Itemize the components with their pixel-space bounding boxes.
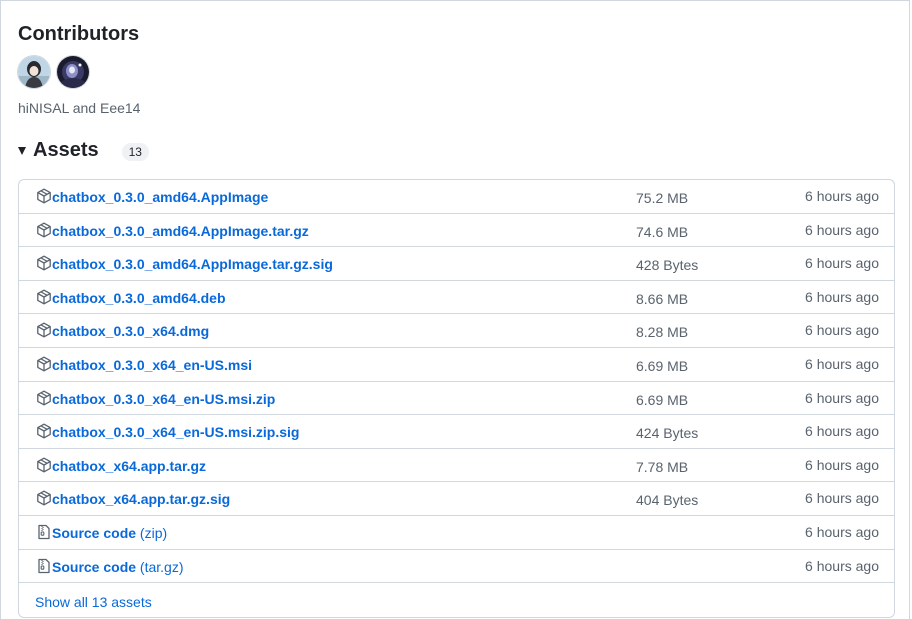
asset-timestamp: 6 hours ago — [805, 389, 879, 406]
asset-name: chatbox_0.3.0_x64_en-US.msi — [52, 356, 252, 373]
asset-timestamp: 6 hours ago — [805, 523, 879, 540]
asset-name: chatbox_0.3.0_amd64.AppImage.tar.gz — [52, 222, 309, 239]
asset-row: Source code (zip) 6 hours ago — [19, 516, 894, 550]
asset-name: chatbox_0.3.0_amd64.deb — [52, 289, 226, 306]
package-icon — [36, 289, 52, 305]
asset-row: Source code (tar.gz) 6 hours ago — [19, 550, 894, 584]
asset-timestamp: 6 hours ago — [805, 322, 879, 339]
asset-row: chatbox_0.3.0_amd64.deb 8.66 MB 6 hours ag… — [19, 281, 894, 315]
asset-timestamp: 6 hours ago — [805, 456, 879, 473]
show-all-assets-link[interactable]: Show all 13 assets — [35, 593, 152, 611]
package-icon — [36, 490, 52, 506]
asset-download-link[interactable]: chatbox_0.3.0_x64.dmg — [52, 322, 209, 340]
avatar-hinisal[interactable] — [18, 56, 50, 88]
asset-name: chatbox_0.3.0_x64_en-US.msi.zip.sig — [52, 424, 300, 441]
asset-size: 8.28 MB — [636, 324, 689, 341]
package-icon — [36, 222, 52, 238]
asset-size: 6.69 MB — [636, 357, 689, 374]
contributor-names: hiNISAL and Eee14 — [18, 100, 141, 116]
asset-timestamp: 6 hours ago — [805, 490, 879, 507]
asset-row: chatbox_0.3.0_x64_en-US.msi.zip.sig 424 B… — [19, 415, 894, 449]
asset-name: chatbox_0.3.0_x64_en-US.msi.zip — [52, 390, 276, 407]
asset-row: chatbox_0.3.0_amd64.AppImage.tar.gz 74.6 … — [19, 214, 894, 248]
asset-row: chatbox_x64.app.tar.gz 7.78 MB 6 hours ago — [19, 449, 894, 483]
asset-timestamp: 6 hours ago — [805, 221, 879, 238]
contributors-heading: Contributors — [18, 23, 140, 45]
asset-name-suffix: (zip) — [139, 524, 168, 541]
asset-timestamp: 6 hours ago — [805, 255, 879, 272]
asset-row: chatbox_0.3.0_amd64.AppImage 75.2 MB 6 hou… — [19, 180, 894, 214]
triangle-down-icon — [18, 147, 26, 155]
asset-size: 7.78 MB — [636, 458, 689, 475]
assets-toggle[interactable]: Assets 13 — [18, 138, 149, 162]
package-icon — [36, 356, 52, 372]
asset-download-link[interactable]: chatbox_0.3.0_amd64.AppImage — [52, 188, 268, 206]
asset-download-link[interactable]: chatbox_0.3.0_amd64.deb — [52, 289, 226, 307]
asset-timestamp: 6 hours ago — [805, 355, 879, 372]
asset-download-link[interactable]: chatbox_0.3.0_x64_en-US.msi — [52, 356, 252, 374]
avatar-eee14[interactable] — [57, 56, 89, 88]
asset-timestamp: 6 hours ago — [805, 557, 879, 574]
contributor-avatars — [18, 56, 89, 88]
asset-row: chatbox_x64.app.tar.gz.sig 404 Bytes 6 hou… — [19, 482, 894, 516]
assets-footer: Show all 13 assets — [19, 583, 894, 617]
release-panel: Contributors hiNISAL and Eee14 Assets 13… — [0, 0, 910, 619]
asset-download-link[interactable]: chatbox_0.3.0_amd64.AppImage.tar.gz — [52, 222, 309, 240]
asset-size: 428 Bytes — [636, 257, 699, 274]
assets-heading: Assets — [33, 139, 99, 161]
assets-list: chatbox_0.3.0_amd64.AppImage 75.2 MB 6 hou… — [18, 179, 895, 619]
asset-row: chatbox_0.3.0_amd64.AppImage.tar.gz.sig 4… — [19, 247, 894, 281]
asset-row: chatbox_0.3.0_x64_en-US.msi 6.69 MB 6 hour… — [19, 348, 894, 382]
avatar-image-icon — [57, 56, 89, 88]
asset-name: chatbox_0.3.0_amd64.AppImage.tar.gz.sig — [52, 256, 333, 273]
asset-name: chatbox_0.3.0_amd64.AppImage — [52, 189, 269, 205]
asset-row: chatbox_0.3.0_x64.dmg 8.28 MB 6 hours ago — [19, 314, 894, 348]
file-zip-icon — [36, 558, 52, 574]
package-icon — [36, 423, 52, 439]
asset-size: 6.69 MB — [636, 391, 689, 408]
asset-download-link[interactable]: Source code (tar.gz) — [52, 558, 184, 576]
assets-count-badge: 13 — [121, 142, 149, 161]
asset-download-link[interactable]: chatbox_0.3.0_x64_en-US.msi.zip.sig — [52, 423, 299, 441]
asset-name: Source code — [52, 524, 137, 541]
asset-name: chatbox_0.3.0_x64.dmg — [52, 323, 210, 340]
asset-name: Source code — [52, 558, 137, 575]
asset-name: chatbox_x64.app.tar.gz.sig — [52, 491, 231, 508]
package-icon — [36, 457, 52, 473]
asset-timestamp: 6 hours ago — [805, 188, 879, 204]
package-icon — [36, 322, 52, 338]
asset-size: 75.2 MB — [636, 190, 689, 206]
asset-timestamp: 6 hours ago — [805, 288, 879, 305]
package-icon — [36, 390, 52, 406]
asset-download-link[interactable]: chatbox_x64.app.tar.gz.sig — [52, 490, 230, 508]
package-icon — [36, 188, 52, 204]
asset-timestamp: 6 hours ago — [805, 423, 879, 440]
asset-size: 404 Bytes — [636, 492, 699, 509]
asset-download-link[interactable]: chatbox_x64.app.tar.gz — [52, 457, 206, 475]
asset-name-suffix: (tar.gz) — [139, 558, 184, 575]
file-zip-icon — [36, 524, 52, 540]
asset-download-link[interactable]: Source code (zip) — [52, 524, 167, 542]
asset-size: 74.6 MB — [636, 223, 689, 240]
asset-size: 8.66 MB — [636, 290, 689, 307]
asset-size: 424 Bytes — [636, 425, 699, 442]
asset-download-link[interactable]: chatbox_0.3.0_x64_en-US.msi.zip — [52, 390, 275, 408]
avatar-image-icon — [18, 56, 50, 88]
asset-row: chatbox_0.3.0_x64_en-US.msi.zip 6.69 MB 6 … — [19, 382, 894, 416]
asset-download-link[interactable]: chatbox_0.3.0_amd64.AppImage.tar.gz.sig — [52, 255, 333, 273]
package-icon — [36, 255, 52, 271]
asset-name: chatbox_x64.app.tar.gz — [52, 457, 207, 474]
